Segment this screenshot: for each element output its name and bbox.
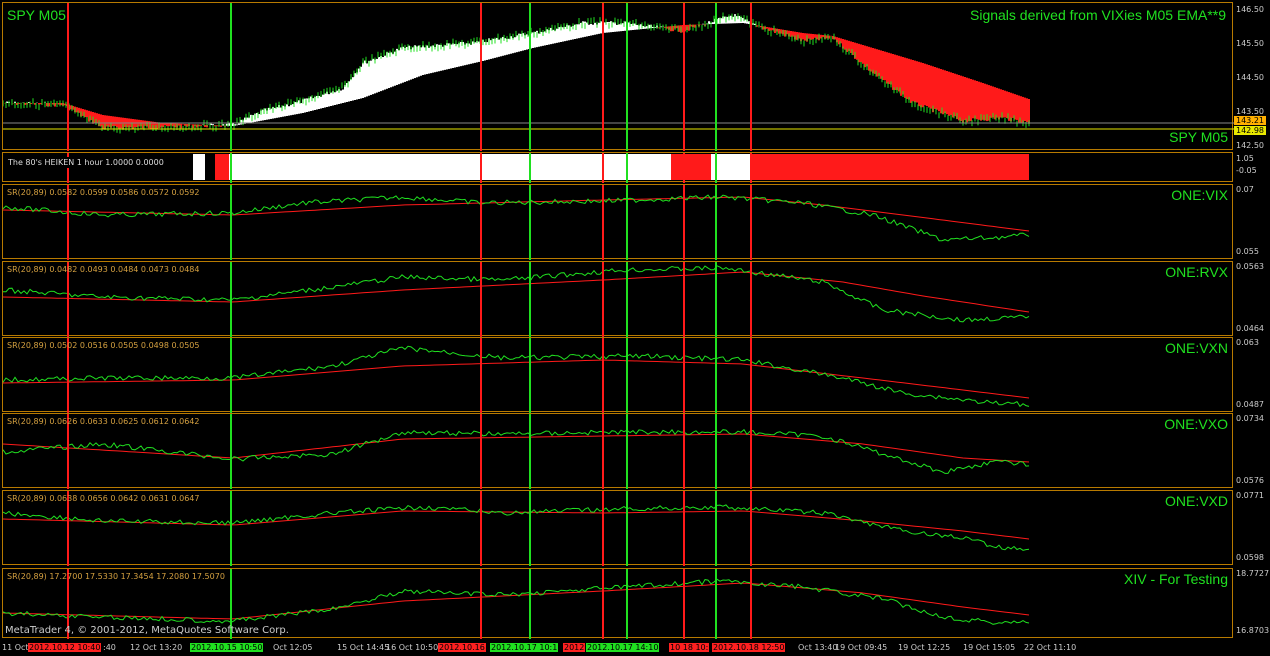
indicator-panel[interactable]: SR(20,89) 0.0638 0.0656 0.0642 0.0631 0.… bbox=[2, 490, 1233, 566]
scale-label: 0.0563 bbox=[1236, 262, 1264, 271]
heiken-segment-white bbox=[229, 154, 671, 180]
scale-label: 0.0487 bbox=[1236, 400, 1264, 409]
time-label: 10 18 10: bbox=[669, 643, 710, 652]
heiken-label: The 80's HEIKEN 1 hour 1.0000 0.0000 bbox=[6, 157, 166, 168]
time-label: 16 Oct 10:50 bbox=[386, 643, 439, 652]
indicator-scale: 0.0563 0.0464 bbox=[1234, 261, 1270, 336]
time-label: 2012 bbox=[563, 643, 586, 652]
indicator-info: SR(20,89) 0.0502 0.0516 0.0505 0.0498 0.… bbox=[7, 341, 200, 350]
indicator-panel[interactable]: SR(20,89) 0.0626 0.0633 0.0625 0.0612 0.… bbox=[2, 413, 1233, 489]
heiken-segment-red bbox=[671, 154, 711, 180]
time-label: 2012.10.18 12:50 bbox=[712, 643, 786, 652]
indicator-title: ONE:VIX bbox=[1171, 187, 1228, 203]
time-label: 2012.10.17 14:10 bbox=[586, 643, 660, 652]
main-chart-panel[interactable]: SPY M05 Signals derived from VIXies M05 … bbox=[2, 2, 1234, 151]
indicator-panel[interactable]: SR(20,89) 0.0582 0.0599 0.0586 0.0572 0.… bbox=[2, 184, 1233, 260]
scale-label: 146.50 bbox=[1236, 5, 1264, 14]
heiken-scale: 1.05 -0.05 bbox=[1234, 152, 1270, 182]
indicator-title: ONE:VXD bbox=[1164, 493, 1228, 509]
ema-line bbox=[3, 510, 1030, 540]
time-label: 2012.10.16 bbox=[438, 643, 486, 652]
scale-label: 16.8703 bbox=[1236, 626, 1270, 635]
indicator-scale: 0.07 0.055 bbox=[1234, 184, 1270, 259]
ema-line bbox=[3, 433, 1030, 463]
time-label: 22 Oct 11:10 bbox=[1024, 643, 1077, 652]
scale-label: 0.055 bbox=[1236, 247, 1259, 256]
scale-label: 0.0598 bbox=[1236, 553, 1264, 562]
main-footer-label: SPY M05 bbox=[1169, 129, 1228, 145]
scale-label: 143.50 bbox=[1236, 107, 1264, 116]
heiken-panel[interactable]: The 80's HEIKEN 1 hour 1.0000 0.0000 bbox=[2, 152, 1233, 183]
time-label: 11 Oct bbox=[2, 643, 29, 652]
scale-label: 0.0464 bbox=[1236, 324, 1264, 333]
ema-line bbox=[3, 359, 1030, 399]
price-tag-current: 143.21 bbox=[1234, 116, 1266, 125]
heiken-segment-red bbox=[751, 154, 1029, 180]
scale-label: 0.0771 bbox=[1236, 491, 1264, 500]
scale-label: -0.05 bbox=[1236, 166, 1257, 175]
ema-line bbox=[3, 271, 1030, 313]
scale-label: 1.05 bbox=[1236, 154, 1254, 163]
main-title: SPY M05 bbox=[7, 7, 66, 23]
ema-line bbox=[3, 582, 1030, 620]
scale-label: 0.07 bbox=[1236, 185, 1254, 194]
time-label: :40 bbox=[103, 643, 116, 652]
time-axis: 11 Oct 2012.10.12 10:40:40 12 Oct 13:20 201… bbox=[0, 640, 1270, 656]
indicator-panel[interactable]: SR(20,89) 0.0482 0.0493 0.0484 0.0473 0.… bbox=[2, 261, 1233, 337]
indicator-scale: 0.0771 0.0598 bbox=[1234, 490, 1270, 565]
time-label: 15 Oct 14:45 bbox=[337, 643, 390, 652]
indicator-title: ONE:VXO bbox=[1164, 416, 1228, 432]
scale-label: 145.50 bbox=[1236, 39, 1264, 48]
indicator-title: ONE:VXN bbox=[1164, 340, 1228, 356]
indicator-info: SR(20,89) 0.0582 0.0599 0.0586 0.0572 0.… bbox=[7, 188, 200, 197]
scale-label: 18.7727 bbox=[1236, 569, 1270, 578]
indicator-scale: 0.0734 0.0576 bbox=[1234, 413, 1270, 488]
scale-label: 0.063 bbox=[1236, 338, 1259, 347]
indicator-title: ONE:RVX bbox=[1165, 264, 1228, 280]
price-tag-line: 142.98 bbox=[1234, 126, 1266, 135]
indicator-line bbox=[3, 578, 1030, 625]
scale-label: 0.0576 bbox=[1236, 476, 1264, 485]
time-label: 19 Oct 09:45 bbox=[835, 643, 888, 652]
time-label: 12 Oct 13:20 bbox=[130, 643, 183, 652]
indicator-line bbox=[3, 265, 1030, 323]
indicator-title: XIV - For Testing bbox=[1123, 571, 1228, 587]
indicator-panel[interactable]: SR(20,89) 0.0502 0.0516 0.0505 0.0498 0.… bbox=[2, 337, 1233, 413]
scale-label: 0.0734 bbox=[1236, 414, 1264, 423]
time-label: 2012.10.12 10:40 bbox=[28, 643, 102, 652]
indicator-line bbox=[3, 428, 1030, 474]
indicator-line bbox=[3, 345, 1030, 408]
heiken-canvas bbox=[67, 153, 1029, 183]
signal-title: Signals derived from VIXies M05 EMA**9 bbox=[970, 7, 1226, 23]
indicator-info: SR(20,89) 0.0482 0.0493 0.0484 0.0473 0.… bbox=[7, 265, 200, 274]
indicator-scale: 0.063 0.0487 bbox=[1234, 337, 1270, 412]
indicator-scale: 18.7727 16.8703 bbox=[1234, 568, 1270, 638]
time-label: Oct 12:05 bbox=[273, 643, 313, 652]
time-label: 2012.10.17 10:1 bbox=[490, 643, 559, 652]
time-label: 2012.10.15 10:50 bbox=[190, 643, 264, 652]
heiken-segment-white bbox=[193, 154, 205, 180]
scale-label: 142.50 bbox=[1236, 141, 1264, 150]
indicator-info: SR(20,89) 17.2700 17.5330 17.3454 17.208… bbox=[7, 572, 225, 581]
indicator-info: SR(20,89) 0.0626 0.0633 0.0625 0.0612 0.… bbox=[7, 417, 200, 426]
copyright-text: MetaTrader 4, © 2001-2012, MetaQuotes So… bbox=[5, 625, 289, 636]
time-label: Oct 13:40 bbox=[798, 643, 838, 652]
time-label: 19 Oct 15:05 bbox=[963, 643, 1016, 652]
indicator-info: SR(20,89) 0.0638 0.0656 0.0642 0.0631 0.… bbox=[7, 494, 200, 503]
scale-label: 144.50 bbox=[1236, 73, 1264, 82]
main-chart-canvas bbox=[3, 3, 1234, 151]
heiken-segment-red bbox=[215, 154, 229, 180]
time-label: 19 Oct 12:25 bbox=[898, 643, 951, 652]
